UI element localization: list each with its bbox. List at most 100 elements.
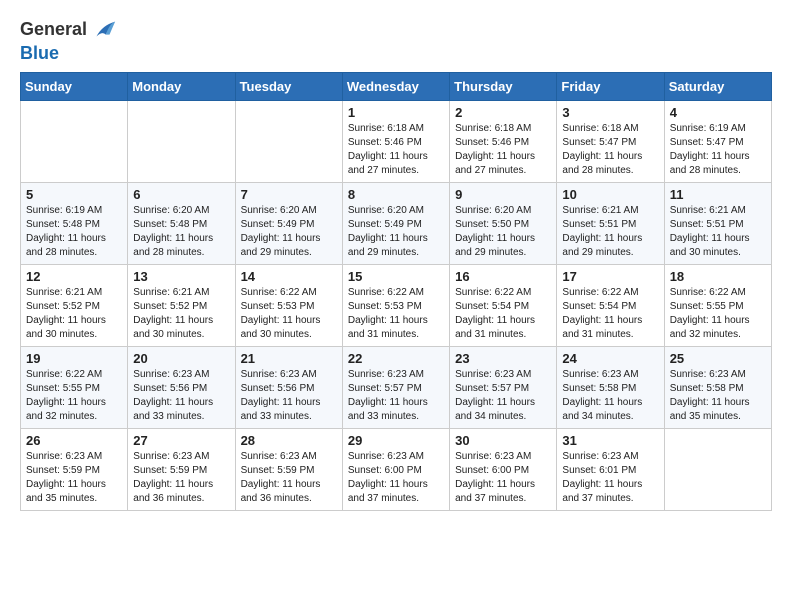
day-number: 18: [670, 269, 766, 284]
day-number: 5: [26, 187, 122, 202]
week-row-3: 12 Sunrise: 6:21 AM Sunset: 5:52 PM Dayli…: [21, 265, 772, 347]
day-info: Sunrise: 6:20 AM Sunset: 5:49 PM Dayligh…: [241, 204, 337, 260]
calendar-cell: 18Sunrise: 6:22 AM Sunset: 5:55 PM Dayli…: [664, 265, 771, 347]
day-info: Sunrise: 6:21 AM Sunset: 5:51 PM Dayligh…: [670, 204, 766, 260]
day-info: Sunrise: 6:20 AM Sunset: 5:49 PM Dayligh…: [348, 204, 444, 260]
day-info: Sunrise: 6:20 AM Sunset: 5:48 PM Dayligh…: [133, 204, 229, 260]
calendar-cell: 17 Sunrise: 6:22 AM Sunset: 5:54 PM Dayli…: [557, 265, 664, 347]
calendar-cell: 4 Sunrise: 6:19 AM Sunset: 5:47 PM Daylig…: [664, 101, 771, 183]
day-number: 25: [670, 351, 766, 366]
day-info: Sunrise: 6:22 AM Sunset: 5:53 PM Dayligh…: [241, 286, 337, 342]
logo-bird-icon: [89, 16, 117, 44]
calendar-cell: 28Sunrise: 6:23 AM Sunset: 5:59 PM Dayli…: [235, 429, 342, 511]
day-info: Sunrise: 6:23 AM Sunset: 5:59 PM Dayligh…: [26, 450, 122, 506]
day-number: 16: [455, 269, 551, 284]
day-info: Sunrise: 6:23 AM Sunset: 6:01 PM Dayligh…: [562, 450, 658, 506]
day-number: 4: [670, 105, 766, 120]
day-info: Sunrise: 6:23 AM Sunset: 6:00 PM Dayligh…: [348, 450, 444, 506]
day-info: Sunrise: 6:22 AM Sunset: 5:55 PM Dayligh…: [26, 368, 122, 424]
calendar-cell: 20Sunrise: 6:23 AM Sunset: 5:56 PM Dayli…: [128, 347, 235, 429]
day-number: 23: [455, 351, 551, 366]
calendar-cell: 14 Sunrise: 6:22 AM Sunset: 5:53 PM Dayli…: [235, 265, 342, 347]
calendar-cell: 9 Sunrise: 6:20 AM Sunset: 5:50 PM Daylig…: [450, 183, 557, 265]
day-number: 29: [348, 433, 444, 448]
day-info: Sunrise: 6:18 AM Sunset: 5:47 PM Dayligh…: [562, 122, 658, 178]
day-number: 9: [455, 187, 551, 202]
calendar-cell: 30Sunrise: 6:23 AM Sunset: 6:00 PM Dayli…: [450, 429, 557, 511]
calendar-cell: 10Sunrise: 6:21 AM Sunset: 5:51 PM Dayli…: [557, 183, 664, 265]
day-number: 24: [562, 351, 658, 366]
calendar-cell: 27Sunrise: 6:23 AM Sunset: 5:59 PM Dayli…: [128, 429, 235, 511]
week-row-4: 19 Sunrise: 6:22 AM Sunset: 5:55 PM Dayli…: [21, 347, 772, 429]
calendar-cell: [128, 101, 235, 183]
day-header-monday: Monday: [128, 73, 235, 101]
calendar-cell: 12Sunrise: 6:21 AM Sunset: 5:52 PM Dayli…: [21, 265, 128, 347]
day-number: 21: [241, 351, 337, 366]
calendar-cell: [235, 101, 342, 183]
day-number: 1: [348, 105, 444, 120]
day-number: 15: [348, 269, 444, 284]
calendar-cell: 26Sunrise: 6:23 AM Sunset: 5:59 PM Dayli…: [21, 429, 128, 511]
calendar-cell: 23 Sunrise: 6:23 AM Sunset: 5:57 PM Dayli…: [450, 347, 557, 429]
day-info: Sunrise: 6:21 AM Sunset: 5:51 PM Dayligh…: [562, 204, 658, 260]
calendar-cell: 29 Sunrise: 6:23 AM Sunset: 6:00 PM Dayli…: [342, 429, 449, 511]
day-number: 11: [670, 187, 766, 202]
logo: General Blue: [20, 16, 117, 64]
day-number: 8: [348, 187, 444, 202]
calendar-cell: 11 Sunrise: 6:21 AM Sunset: 5:51 PM Dayli…: [664, 183, 771, 265]
calendar-cell: 31 Sunrise: 6:23 AM Sunset: 6:01 PM Dayli…: [557, 429, 664, 511]
day-number: 13: [133, 269, 229, 284]
week-row-5: 26Sunrise: 6:23 AM Sunset: 5:59 PM Dayli…: [21, 429, 772, 511]
calendar-cell: [21, 101, 128, 183]
calendar-cell: 22Sunrise: 6:23 AM Sunset: 5:57 PM Dayli…: [342, 347, 449, 429]
calendar-cell: 13 Sunrise: 6:21 AM Sunset: 5:52 PM Dayli…: [128, 265, 235, 347]
day-number: 12: [26, 269, 122, 284]
day-number: 22: [348, 351, 444, 366]
day-header-friday: Friday: [557, 73, 664, 101]
day-info: Sunrise: 6:19 AM Sunset: 5:48 PM Dayligh…: [26, 204, 122, 260]
calendar-table: SundayMondayTuesdayWednesdayThursdayFrid…: [20, 72, 772, 511]
calendar-cell: 6 Sunrise: 6:20 AM Sunset: 5:48 PM Daylig…: [128, 183, 235, 265]
logo-blue: Blue: [20, 43, 59, 63]
day-info: Sunrise: 6:20 AM Sunset: 5:50 PM Dayligh…: [455, 204, 551, 260]
day-info: Sunrise: 6:23 AM Sunset: 6:00 PM Dayligh…: [455, 450, 551, 506]
calendar-cell: 19 Sunrise: 6:22 AM Sunset: 5:55 PM Dayli…: [21, 347, 128, 429]
day-info: Sunrise: 6:21 AM Sunset: 5:52 PM Dayligh…: [133, 286, 229, 342]
day-header-thursday: Thursday: [450, 73, 557, 101]
calendar-cell: 21Sunrise: 6:23 AM Sunset: 5:56 PM Dayli…: [235, 347, 342, 429]
calendar-cell: 5 Sunrise: 6:19 AM Sunset: 5:48 PM Daylig…: [21, 183, 128, 265]
day-header-wednesday: Wednesday: [342, 73, 449, 101]
calendar-cell: 1Sunrise: 6:18 AM Sunset: 5:46 PM Daylig…: [342, 101, 449, 183]
calendar-cell: 7 Sunrise: 6:20 AM Sunset: 5:49 PM Daylig…: [235, 183, 342, 265]
header: General Blue: [20, 16, 772, 64]
day-info: Sunrise: 6:19 AM Sunset: 5:47 PM Dayligh…: [670, 122, 766, 178]
calendar-cell: 3 Sunrise: 6:18 AM Sunset: 5:47 PM Daylig…: [557, 101, 664, 183]
day-info: Sunrise: 6:22 AM Sunset: 5:53 PM Dayligh…: [348, 286, 444, 342]
day-number: 19: [26, 351, 122, 366]
day-number: 7: [241, 187, 337, 202]
calendar-cell: 25 Sunrise: 6:23 AM Sunset: 5:58 PM Dayli…: [664, 347, 771, 429]
day-number: 17: [562, 269, 658, 284]
calendar-cell: 24 Sunrise: 6:23 AM Sunset: 5:58 PM Dayli…: [557, 347, 664, 429]
day-info: Sunrise: 6:23 AM Sunset: 5:58 PM Dayligh…: [670, 368, 766, 424]
week-row-2: 5 Sunrise: 6:19 AM Sunset: 5:48 PM Daylig…: [21, 183, 772, 265]
day-number: 6: [133, 187, 229, 202]
day-number: 28: [241, 433, 337, 448]
day-number: 14: [241, 269, 337, 284]
calendar-cell: 16Sunrise: 6:22 AM Sunset: 5:54 PM Dayli…: [450, 265, 557, 347]
header-row: SundayMondayTuesdayWednesdayThursdayFrid…: [21, 73, 772, 101]
calendar-cell: 2 Sunrise: 6:18 AM Sunset: 5:46 PM Daylig…: [450, 101, 557, 183]
day-info: Sunrise: 6:18 AM Sunset: 5:46 PM Dayligh…: [455, 122, 551, 178]
page: General Blue SundayMondayTuesdayWe: [0, 0, 792, 531]
day-info: Sunrise: 6:23 AM Sunset: 5:59 PM Dayligh…: [133, 450, 229, 506]
day-number: 2: [455, 105, 551, 120]
day-info: Sunrise: 6:23 AM Sunset: 5:57 PM Dayligh…: [455, 368, 551, 424]
day-number: 31: [562, 433, 658, 448]
calendar-cell: 15 Sunrise: 6:22 AM Sunset: 5:53 PM Dayli…: [342, 265, 449, 347]
calendar-cell: [664, 429, 771, 511]
day-info: Sunrise: 6:23 AM Sunset: 5:58 PM Dayligh…: [562, 368, 658, 424]
day-header-tuesday: Tuesday: [235, 73, 342, 101]
day-number: 3: [562, 105, 658, 120]
day-info: Sunrise: 6:22 AM Sunset: 5:54 PM Dayligh…: [562, 286, 658, 342]
day-number: 20: [133, 351, 229, 366]
